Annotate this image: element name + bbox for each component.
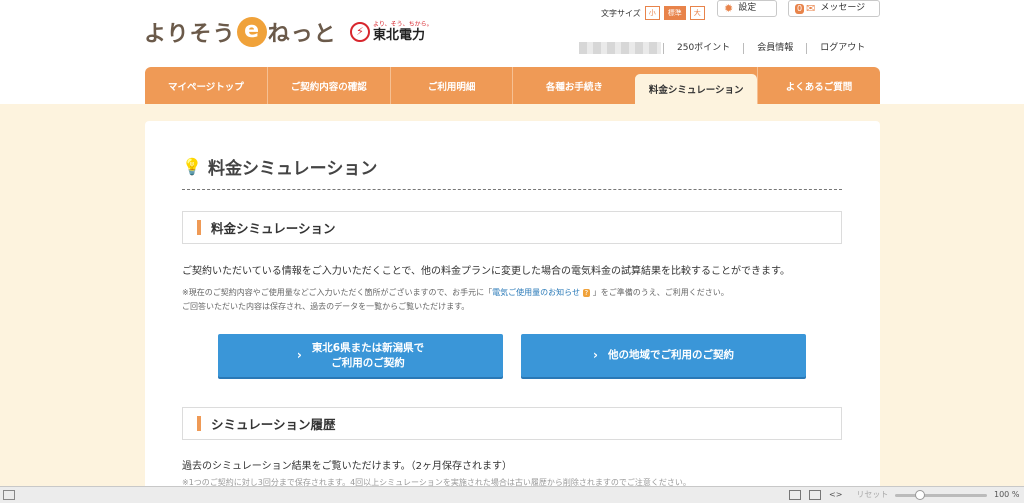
font-size-standard-button[interactable]: 標準 (663, 6, 686, 20)
font-size-small-button[interactable]: 小 (644, 6, 660, 20)
note-line-2: ご回答いただいた内容は保存され、過去のデータを一覧からご覧いただけます。 (182, 302, 470, 311)
points-link[interactable]: 250ポイント (663, 42, 743, 54)
page-title-block: 💡 料金シミュレーション (182, 157, 842, 190)
help-icon[interactable]: ? (582, 289, 591, 297)
status-bar-tools: <> リセット (789, 489, 888, 500)
section-header-simulation: 料金シミュレーション (182, 211, 842, 244)
nav-tab-faq[interactable]: よくあるご質問 (757, 67, 880, 104)
nav-tab-procedures[interactable]: 各種お手続き (512, 67, 635, 104)
message-count-badge: 0 (795, 3, 805, 14)
settings-label: 設定 (738, 3, 757, 13)
section-title: シミュレーション履歴 (211, 417, 336, 432)
page-title: 料金シミュレーション (208, 159, 378, 179)
gear-icon: ✹ (724, 2, 734, 15)
message-label: メッセージ (820, 3, 866, 13)
font-size-selector: 文字サイズ 小 標準 大 (601, 6, 705, 20)
nav-tab-usage-statement[interactable]: ご利用明細 (389, 67, 513, 104)
font-size-large-button[interactable]: 大 (689, 6, 705, 20)
history-description: 過去のシミュレーション結果をご覧いただけます。（2ヶ月保存されます） (182, 461, 512, 472)
member-info-link[interactable]: 会員情報 (743, 42, 806, 54)
zoom-slider[interactable] (895, 490, 987, 500)
nav-tab-contract-details[interactable]: ご契約内容の確認 (266, 67, 390, 104)
zoom-slider-handle[interactable] (915, 490, 925, 500)
note-text-post: 」をご準備のうえ、ご利用ください。 (592, 288, 729, 297)
lightbulb-icon: 💡 (182, 157, 202, 176)
settings-button[interactable]: ✹ 設定 (717, 0, 777, 17)
content-card: 💡 料金シミュレーション 料金シミュレーション ご契約いただいている情報をご入力… (145, 121, 880, 496)
nav-tab-mypage-top[interactable]: マイページトップ (145, 67, 267, 104)
image-toggle-icon[interactable] (809, 489, 821, 500)
button-label: 他の地域でご利用のご契約 (607, 349, 734, 361)
main-nav: マイページトップ ご契約内容の確認 ご利用明細 各種お手続き 料金シミュレーショ… (145, 67, 880, 104)
message-button[interactable]: 0 ✉ メッセージ (788, 0, 880, 17)
logo-e-icon: e (236, 17, 267, 47)
logo-text-pre: よりそう (144, 22, 236, 47)
code-icon[interactable]: <> (829, 490, 842, 499)
button-label-line1: 東北6県または新潟県で (311, 341, 425, 354)
partner-logo: ⚡ より、そう、ちから。 東北電力 (350, 21, 433, 43)
font-size-label: 文字サイズ (601, 8, 641, 18)
site-logo[interactable]: よりそう e ねっと (144, 16, 337, 48)
section-accent-bar (197, 220, 201, 235)
usage-notice-link[interactable]: 電気ご使用量のお知らせ (492, 288, 580, 297)
partner-name: 東北電力 (373, 28, 426, 43)
user-name-redacted (579, 42, 661, 54)
page-view-icon[interactable] (789, 489, 801, 500)
other-region-contract-button[interactable]: › 他の地域でご利用のご契約 (521, 334, 806, 377)
chevron-right-icon: › (296, 348, 302, 362)
browser-status-bar: <> リセット 100 % (0, 486, 1024, 503)
tohoku-contract-button[interactable]: › 東北6県または新潟県で ご利用のご契約 (218, 334, 503, 377)
note-text-pre: ※現在のご契約内容やご使用量などご入力いただく箇所がございますので、お手元に「 (182, 288, 493, 297)
logout-link[interactable]: ログアウト (806, 42, 878, 54)
section-title: 料金シミュレーション (211, 221, 336, 236)
simulation-description: ご契約いただいている情報をご入力いただくことで、他の料金プランに変更した場合の電… (182, 266, 790, 277)
logo-text-post: ねっと (267, 22, 337, 47)
mail-icon: ✉ (806, 2, 816, 15)
button-label-line2: ご利用のご契約 (331, 356, 405, 369)
user-info-row: 250ポイント 会員情報 ログアウト (579, 41, 878, 55)
nav-tab-rate-simulation[interactable]: 料金シミュレーション (635, 74, 758, 104)
chevron-right-icon: › (593, 348, 598, 362)
lightning-icon: ⚡ (350, 22, 370, 42)
header: よりそう e ねっと ⚡ より、そう、ちから。 東北電力 文字サイズ 小 標準 … (0, 0, 1024, 104)
simulation-note: ※現在のご契約内容やご使用量などご入力いただく箇所がございますので、お手元に「電… (182, 286, 729, 314)
section-accent-bar (197, 416, 201, 431)
section-header-history: シミュレーション履歴 (182, 407, 842, 440)
sidebar-toggle-icon[interactable] (3, 490, 15, 500)
zoom-level: 100 % (994, 490, 1020, 499)
partner-tagline: より、そう、ちから。 (373, 21, 433, 28)
zoom-reset-button[interactable]: リセット (856, 489, 888, 500)
